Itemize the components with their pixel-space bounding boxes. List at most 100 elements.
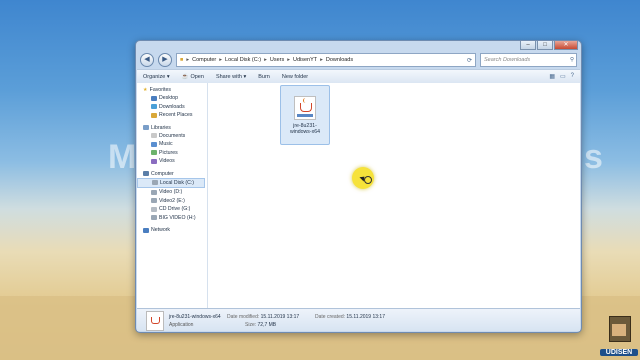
nav-item-pictures[interactable]: Pictures bbox=[137, 149, 207, 158]
address-row: ◀ ▶ ■ ▸ Computer ▸ Local Disk (C:) ▸ Use… bbox=[140, 53, 577, 67]
forward-button[interactable]: ▶ bbox=[158, 53, 172, 67]
network-icon bbox=[143, 227, 149, 233]
search-input[interactable]: Search Downloads ⚲ bbox=[480, 53, 577, 67]
nav-item-recent-places[interactable]: Recent Places bbox=[137, 111, 207, 120]
nav-item-label: Recent Places bbox=[159, 112, 193, 119]
details-file-type: Application bbox=[169, 322, 194, 328]
burn-button[interactable]: Burn bbox=[252, 74, 276, 80]
nav-favorites[interactable]: ★ Favorites bbox=[137, 86, 207, 94]
nav-item-music[interactable]: Music bbox=[137, 140, 207, 149]
nav-item-label: Pictures bbox=[159, 149, 178, 156]
nav-group-computer: Computer Local Disk (C:) Video (D:) Vide… bbox=[137, 170, 207, 223]
star-icon: ★ bbox=[143, 87, 148, 93]
details-size: Size: 72,7 MB bbox=[245, 322, 276, 328]
nav-item-label: Desktop bbox=[159, 95, 179, 102]
chevron-right-icon: ▸ bbox=[320, 57, 323, 63]
documents-icon bbox=[151, 133, 157, 139]
chevron-right-icon: ▸ bbox=[287, 57, 290, 63]
arrow-right-icon: ▶ bbox=[162, 56, 168, 63]
open-button[interactable]: ☕ Open bbox=[176, 74, 210, 80]
chevron-right-icon: ▸ bbox=[264, 57, 267, 63]
nav-item-label: CD Drive (G:) bbox=[159, 206, 191, 213]
nav-computer-label: Computer bbox=[151, 170, 174, 177]
address-bar[interactable]: ■ ▸ Computer ▸ Local Disk (C:) ▸ Users ▸… bbox=[176, 53, 476, 67]
details-created-value: 15.11.2019 13:17 bbox=[346, 314, 385, 320]
drive-icon bbox=[151, 215, 157, 221]
background-text-right: s bbox=[584, 138, 604, 176]
help-icon[interactable]: ? bbox=[571, 73, 574, 80]
desktop-icon bbox=[151, 95, 157, 101]
downloads-icon bbox=[151, 104, 157, 110]
details-modified-label: Date modified: bbox=[227, 314, 260, 320]
share-with-button[interactable]: Share with ▾ bbox=[210, 74, 252, 80]
back-button[interactable]: ◀ bbox=[140, 53, 154, 67]
nav-item-label: Video (D:) bbox=[159, 189, 183, 196]
nav-item-label: Video2 (E:) bbox=[159, 197, 185, 204]
details-file-name: jre-8u231-windows-x64 bbox=[169, 314, 221, 320]
details-created-label: Date created: bbox=[315, 314, 346, 320]
nav-item-label: Documents bbox=[159, 132, 186, 139]
preview-pane-icon[interactable]: ▭ bbox=[560, 73, 566, 80]
details-modified: Date modified: 15.11.2019 13:17 bbox=[227, 314, 299, 320]
nav-item-label: Music bbox=[159, 141, 173, 148]
details-pane: jre-8u231-windows-x64 Application Date m… bbox=[137, 308, 580, 331]
recent-places-icon bbox=[151, 112, 157, 118]
arrow-left-icon: ◀ bbox=[144, 56, 150, 63]
command-bar: Organize ▾ ☕ Open Share with ▾ Burn New f… bbox=[137, 69, 580, 84]
java-installer-icon bbox=[294, 96, 316, 120]
breadcrumb-computer[interactable]: Computer bbox=[192, 57, 216, 63]
details-size-value: 72,7 MB bbox=[257, 322, 277, 328]
breadcrumb-user[interactable]: UdisenYT bbox=[293, 57, 317, 63]
nav-libraries-label: Libraries bbox=[151, 124, 171, 131]
file-name: jre-8u231-windows-x64 bbox=[290, 123, 320, 135]
nav-item-documents[interactable]: Documents bbox=[137, 132, 207, 141]
nav-computer[interactable]: Computer bbox=[137, 170, 207, 178]
nav-network[interactable]: Network bbox=[137, 226, 207, 234]
nav-item-video-d[interactable]: Video (D:) bbox=[137, 188, 207, 197]
minimize-button[interactable]: – bbox=[520, 41, 536, 50]
file-list[interactable]: jre-8u231-windows-x64 bbox=[208, 83, 580, 308]
organize-button[interactable]: Organize ▾ bbox=[137, 74, 176, 80]
content-area: ★ Favorites Desktop Downloads Recent Plac… bbox=[137, 83, 580, 308]
background-text-left: M bbox=[108, 138, 138, 176]
new-folder-button[interactable]: New folder bbox=[276, 74, 314, 80]
nav-item-videos[interactable]: Videos bbox=[137, 157, 207, 166]
open-label: Open bbox=[190, 73, 204, 80]
toolbar-right: ▦ ▭ ? bbox=[549, 73, 580, 80]
nav-group-favorites: ★ Favorites Desktop Downloads Recent Plac… bbox=[137, 86, 207, 120]
nav-favorites-label: Favorites bbox=[149, 87, 171, 93]
drive-icon bbox=[151, 189, 157, 195]
nav-libraries[interactable]: Libraries bbox=[137, 124, 207, 132]
java-installer-icon bbox=[146, 311, 164, 331]
music-icon bbox=[151, 141, 157, 147]
chevron-right-icon: ▸ bbox=[219, 57, 223, 63]
breadcrumb-downloads[interactable]: Downloads bbox=[326, 57, 353, 63]
window-controls: – □ ✕ bbox=[520, 41, 578, 50]
maximize-button[interactable]: □ bbox=[537, 41, 553, 50]
nav-item-big-video[interactable]: BIG VIDEO (H:) bbox=[137, 214, 207, 223]
nav-item-label: Downloads bbox=[159, 103, 185, 110]
nav-item-label: Videos bbox=[159, 158, 175, 165]
channel-logo: UDISEN bbox=[600, 316, 638, 356]
breadcrumb-local-disk[interactable]: Local Disk (C:) bbox=[225, 57, 261, 63]
busy-ring-icon bbox=[364, 176, 372, 184]
file-item[interactable]: jre-8u231-windows-x64 bbox=[280, 85, 330, 145]
search-icon: ⚲ bbox=[569, 57, 574, 63]
refresh-icon[interactable]: ⟳ bbox=[467, 57, 475, 64]
nav-group-libraries: Libraries Documents Music Pictures Video… bbox=[137, 124, 207, 166]
nav-item-label: Local Disk (C:) bbox=[160, 179, 195, 186]
details-modified-value: 15.11.2019 13:17 bbox=[260, 314, 300, 320]
nav-item-video2-e[interactable]: Video2 (E:) bbox=[137, 197, 207, 206]
logo-text: UDISEN bbox=[600, 349, 638, 356]
breadcrumb-users[interactable]: Users bbox=[270, 57, 284, 63]
java-icon: ☕ bbox=[181, 73, 189, 80]
close-button[interactable]: ✕ bbox=[554, 41, 578, 50]
nav-item-cd-drive[interactable]: CD Drive (G:) bbox=[137, 205, 207, 214]
nav-item-downloads[interactable]: Downloads bbox=[137, 103, 207, 112]
computer-icon bbox=[143, 171, 149, 176]
nav-item-desktop[interactable]: Desktop bbox=[137, 94, 207, 103]
view-options-icon[interactable]: ▦ bbox=[549, 73, 555, 80]
videos-icon bbox=[151, 158, 157, 164]
nav-item-local-disk[interactable]: Local Disk (C:) bbox=[137, 177, 205, 188]
nav-item-label: BIG VIDEO (H:) bbox=[159, 214, 196, 221]
